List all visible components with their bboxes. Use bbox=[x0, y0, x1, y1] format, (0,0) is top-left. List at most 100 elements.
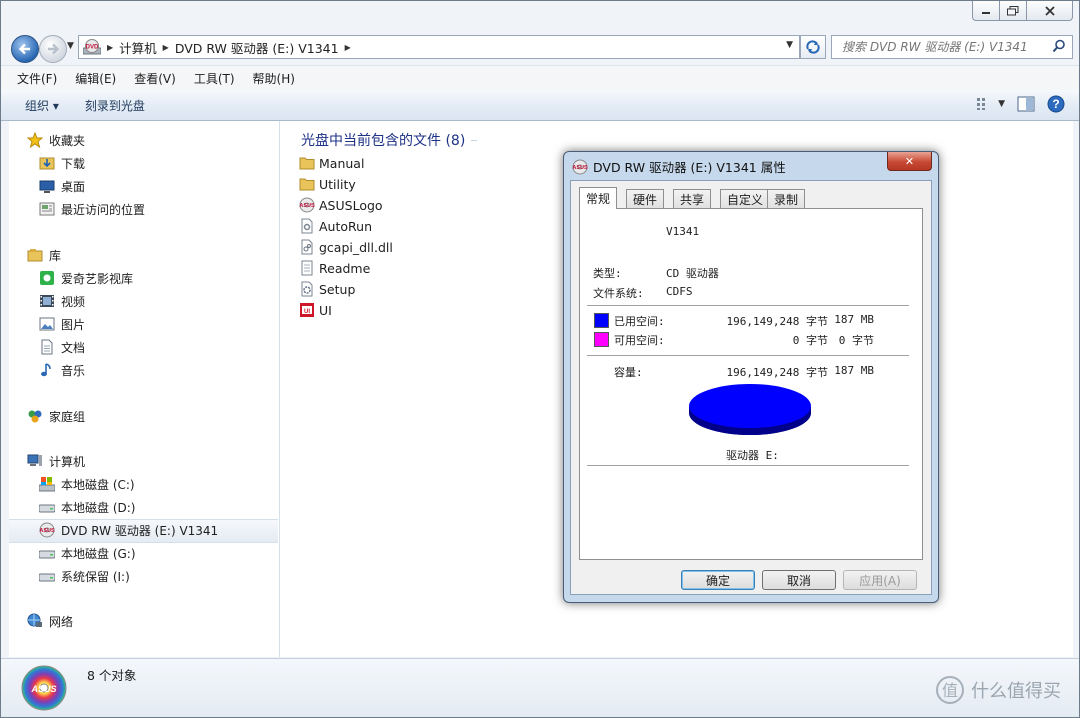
svg-text:ASUS: ASUS bbox=[299, 203, 315, 209]
recent-pages-dropdown[interactable]: ▼ bbox=[67, 41, 74, 51]
close-icon bbox=[1044, 5, 1055, 16]
address-bar[interactable]: DVD ▶ 计算机 ▶ DVD RW 驱动器 (E:) V1341 ▶ ▼ bbox=[78, 35, 800, 59]
apply-button-label: 应用(A) bbox=[859, 573, 901, 588]
nav-libraries[interactable]: 库 bbox=[27, 245, 61, 265]
svg-text:UI: UI bbox=[304, 309, 310, 315]
breadcrumb-separator[interactable]: ▶ bbox=[107, 43, 113, 52]
file-item-asuslogo[interactable]: ASUS ASUSLogo bbox=[299, 195, 383, 215]
apply-button[interactable]: 应用(A) bbox=[843, 570, 917, 590]
back-button[interactable] bbox=[11, 35, 39, 63]
type-value: CD 驱动器 bbox=[666, 267, 719, 280]
capacity-size: 187 MB bbox=[834, 364, 874, 377]
organize-button[interactable]: 组织 ▾ bbox=[25, 97, 59, 114]
help-icon[interactable]: ? bbox=[1047, 95, 1065, 113]
nav-item-dvd-drive[interactable]: ASUS DVD RW 驱动器 (E:) V1341 bbox=[39, 520, 218, 540]
used-space-size: 187 MB bbox=[834, 313, 874, 326]
capacity-label: 容量: bbox=[614, 366, 643, 379]
nav-item-label: 音乐 bbox=[61, 363, 86, 378]
svg-text:ASUS: ASUS bbox=[30, 684, 56, 694]
search-icon[interactable] bbox=[1052, 39, 1066, 53]
nav-item-label: 图片 bbox=[61, 317, 86, 332]
tab-label: 共享 bbox=[680, 192, 705, 207]
nav-item-desktop[interactable]: 桌面 bbox=[39, 176, 85, 196]
dialog-titlebar[interactable]: ASUS DVD RW 驱动器 (E:) V1341 属性 bbox=[572, 157, 786, 176]
nav-favorites[interactable]: 收藏夹 bbox=[27, 130, 85, 150]
file-item-utility[interactable]: Utility bbox=[299, 174, 356, 194]
tab-label: 自定义 bbox=[727, 192, 764, 207]
breadcrumb-separator[interactable]: ▶ bbox=[345, 43, 351, 52]
tab-sharing[interactable]: 共享 bbox=[673, 189, 712, 208]
dialog-close-button[interactable]: ✕ bbox=[887, 152, 932, 171]
nav-item-pictures[interactable]: 图片 bbox=[39, 314, 85, 334]
file-item-setup[interactable]: Setup bbox=[299, 279, 355, 299]
forward-button[interactable] bbox=[39, 35, 67, 63]
breadcrumb-dvd-drive[interactable]: DVD RW 驱动器 (E:) V1341 bbox=[175, 38, 339, 57]
type-label: 类型: bbox=[593, 267, 622, 280]
free-space-swatch bbox=[594, 332, 609, 347]
capacity-bytes: 196,149,248 字节 bbox=[726, 366, 828, 379]
nav-network[interactable]: 网络 bbox=[27, 611, 73, 631]
menu-view[interactable]: 查看(V) bbox=[125, 70, 185, 87]
file-item-manual[interactable]: Manual bbox=[299, 153, 364, 173]
nav-item-iqiyi-library[interactable]: 爱奇艺影视库 bbox=[39, 268, 133, 288]
menu-edit[interactable]: 编辑(E) bbox=[66, 70, 125, 87]
burn-to-disc-button[interactable]: 刻录到光盘 bbox=[85, 97, 145, 114]
tab-general[interactable]: 常规 bbox=[579, 187, 618, 209]
file-item-readme[interactable]: Readme bbox=[299, 258, 370, 278]
nav-item-drive-c[interactable]: 本地磁盘 (C:) bbox=[39, 474, 135, 494]
minimize-button[interactable] bbox=[972, 1, 999, 21]
free-space-label: 可用空间: bbox=[614, 334, 665, 347]
file-item-ui[interactable]: UI UI bbox=[299, 300, 332, 320]
search-input[interactable] bbox=[840, 36, 1044, 58]
nav-homegroup[interactable]: 家庭组 bbox=[27, 406, 85, 426]
nav-homegroup-label: 家庭组 bbox=[49, 409, 86, 424]
preview-pane-icon[interactable] bbox=[1017, 96, 1035, 112]
breadcrumb-computer[interactable]: 计算机 bbox=[119, 38, 157, 57]
nav-item-downloads[interactable]: 下载 bbox=[39, 153, 85, 173]
library-icon bbox=[27, 249, 43, 262]
volume-label: V1341 bbox=[666, 225, 700, 238]
nav-item-recent-places[interactable]: 最近访问的位置 bbox=[39, 199, 145, 219]
breadcrumb-separator[interactable]: ▶ bbox=[163, 43, 169, 52]
close-icon: ✕ bbox=[904, 154, 915, 168]
nav-computer[interactable]: 计算机 bbox=[27, 451, 85, 471]
folder-icon bbox=[299, 178, 315, 191]
change-view-button[interactable]: ▼ bbox=[976, 97, 1005, 111]
free-space-bytes: 0 字节 bbox=[792, 334, 828, 347]
file-item-autorun[interactable]: AutoRun bbox=[299, 216, 372, 236]
close-button[interactable] bbox=[1026, 1, 1073, 21]
menu-file[interactable]: 文件(F) bbox=[1, 70, 66, 87]
homegroup-icon bbox=[28, 410, 42, 423]
menu-tools[interactable]: 工具(T) bbox=[185, 70, 244, 87]
asus-disc-large-icon: ASUS bbox=[21, 665, 67, 711]
watermark-text: 什么值得买 bbox=[971, 681, 1061, 702]
ok-button[interactable]: 确定 bbox=[681, 570, 755, 590]
dll-file-icon bbox=[301, 239, 313, 255]
tab-hardware[interactable]: 硬件 bbox=[626, 189, 665, 208]
nav-item-documents[interactable]: 文档 bbox=[39, 337, 85, 357]
divider bbox=[587, 465, 909, 467]
ok-button-label: 确定 bbox=[705, 573, 730, 588]
nav-network-label: 网络 bbox=[49, 614, 74, 629]
refresh-button[interactable] bbox=[800, 35, 826, 59]
cancel-button[interactable]: 取消 bbox=[762, 570, 836, 590]
nav-item-drive-i[interactable]: 系统保留 (I:) bbox=[39, 566, 130, 586]
svg-text:值: 值 bbox=[942, 681, 958, 700]
refresh-icon bbox=[806, 40, 820, 54]
nav-item-drive-g[interactable]: 本地磁盘 (G:) bbox=[39, 543, 136, 563]
menu-help[interactable]: 帮助(H) bbox=[244, 70, 304, 87]
file-name: Readme bbox=[319, 260, 371, 276]
nav-item-drive-d[interactable]: 本地磁盘 (D:) bbox=[39, 497, 135, 517]
address-history-dropdown[interactable]: ▼ bbox=[786, 40, 793, 50]
nav-item-music[interactable]: 音乐 bbox=[39, 360, 85, 380]
pictures-library-icon bbox=[39, 317, 55, 331]
tab-recording[interactable]: 录制 bbox=[767, 189, 806, 208]
file-item-gcapi-dll[interactable]: gcapi_dll.dll bbox=[299, 237, 393, 257]
group-header[interactable]: 光盘中当前包含的文件 (8) bbox=[301, 130, 478, 150]
svg-text:DVD: DVD bbox=[86, 45, 99, 51]
tab-label: 硬件 bbox=[633, 192, 658, 207]
nav-item-videos[interactable]: 视频 bbox=[39, 291, 85, 311]
tab-customize[interactable]: 自定义 bbox=[720, 189, 771, 208]
maximize-button[interactable] bbox=[999, 1, 1026, 21]
view-options-icon bbox=[977, 98, 986, 110]
